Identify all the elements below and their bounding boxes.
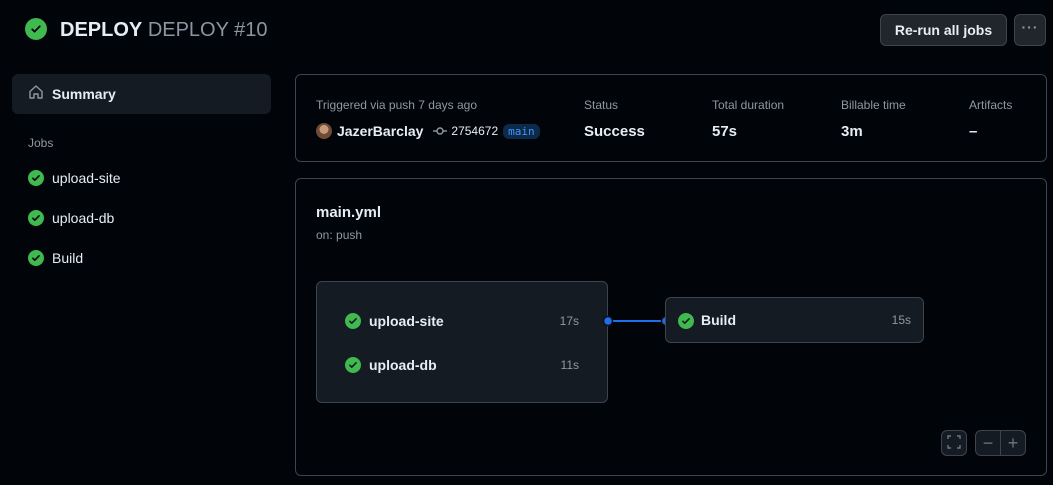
success-check-icon — [25, 18, 47, 40]
workflow-graph-card: main.yml on: push upload-site 17s upload… — [295, 178, 1047, 476]
success-check-icon — [345, 357, 361, 373]
sidebar-job-upload-site[interactable]: upload-site — [12, 158, 271, 198]
job-label: upload-site — [52, 170, 121, 186]
status-label: Status — [584, 98, 619, 112]
avatar[interactable] — [316, 123, 332, 139]
rerun-all-jobs-button[interactable]: Re-run all jobs — [880, 14, 1007, 46]
job-dependency-connector — [602, 315, 672, 327]
minus-icon: − — [982, 433, 994, 453]
job-group: upload-site 17s upload-db 11s — [316, 281, 608, 403]
zoom-in-button[interactable]: + — [1000, 430, 1026, 456]
graph-job-build[interactable]: Build 15s — [665, 297, 924, 343]
duration-value: 57s — [712, 123, 738, 140]
billable-value: 3m — [841, 123, 863, 140]
graph-job-name: upload-site — [369, 313, 444, 329]
graph-job-duration: 15s — [891, 313, 911, 327]
status-value: Success — [584, 123, 645, 140]
graph-job-upload-db[interactable]: upload-db 11s — [317, 355, 607, 375]
graph-job-name: Build — [701, 312, 736, 328]
sidebar-item-label: Summary — [52, 86, 116, 102]
billable-info: Billable time 3m — [841, 98, 906, 140]
job-list: upload-site upload-db Build — [12, 158, 271, 278]
success-check-icon — [345, 313, 361, 329]
home-icon — [28, 84, 44, 105]
workflow-trigger: on: push — [316, 228, 363, 242]
git-commit-icon — [433, 126, 448, 136]
success-check-icon — [28, 250, 44, 266]
duration-info: Total duration 57s — [712, 98, 784, 140]
trigger-details: JazerBarclay 2754672 main — [316, 123, 540, 139]
sidebar-item-summary[interactable]: Summary — [12, 74, 271, 114]
graph-job-duration: 11s — [560, 358, 579, 372]
status-info: Status Success — [584, 98, 645, 140]
more-options-button[interactable]: ··· — [1014, 14, 1046, 46]
commit-sha-link[interactable]: 2754672 — [451, 124, 498, 138]
trigger-info: Triggered via push 7 days ago JazerBarcl… — [316, 98, 540, 139]
username-link[interactable]: JazerBarclay — [337, 123, 423, 139]
run-title: DEPLOY #10 — [147, 19, 268, 41]
success-check-icon — [678, 313, 694, 329]
fullscreen-icon — [947, 434, 961, 452]
run-header: DEPLOY DEPLOY #10 Re-run all jobs ··· — [0, 0, 1053, 60]
graph-job-duration: 17s — [559, 314, 579, 328]
job-label: Build — [52, 250, 84, 266]
success-check-icon — [28, 210, 44, 226]
fullscreen-button[interactable] — [941, 430, 967, 456]
jobs-heading: Jobs — [28, 136, 54, 150]
sidebar-job-build[interactable]: Build — [12, 238, 271, 278]
artifacts-value: – — [969, 123, 978, 140]
job-label: upload-db — [52, 210, 115, 226]
workflow-name: DEPLOY — [60, 19, 143, 41]
workflow-file-name: main.yml — [316, 204, 382, 221]
kebab-horizontal-icon: ··· — [1021, 19, 1039, 35]
billable-label: Billable time — [841, 98, 906, 112]
graph-job-upload-site[interactable]: upload-site 17s — [317, 311, 607, 331]
branch-badge[interactable]: main — [503, 123, 540, 139]
sidebar: Summary Jobs upload-site upload-db Build — [12, 74, 271, 278]
artifacts-label: Artifacts — [969, 98, 1013, 112]
success-check-icon — [28, 170, 44, 186]
trigger-label: Triggered via push 7 days ago — [316, 98, 477, 112]
run-summary-card: Triggered via push 7 days ago JazerBarcl… — [295, 74, 1047, 162]
page-title: DEPLOY DEPLOY #10 — [60, 18, 268, 42]
duration-label: Total duration — [712, 98, 785, 112]
zoom-out-button[interactable]: − — [975, 430, 1001, 456]
graph-job-name: upload-db — [369, 357, 437, 373]
artifacts-info: Artifacts – — [969, 98, 1012, 140]
plus-icon: + — [1007, 433, 1019, 453]
sidebar-job-upload-db[interactable]: upload-db — [12, 198, 271, 238]
